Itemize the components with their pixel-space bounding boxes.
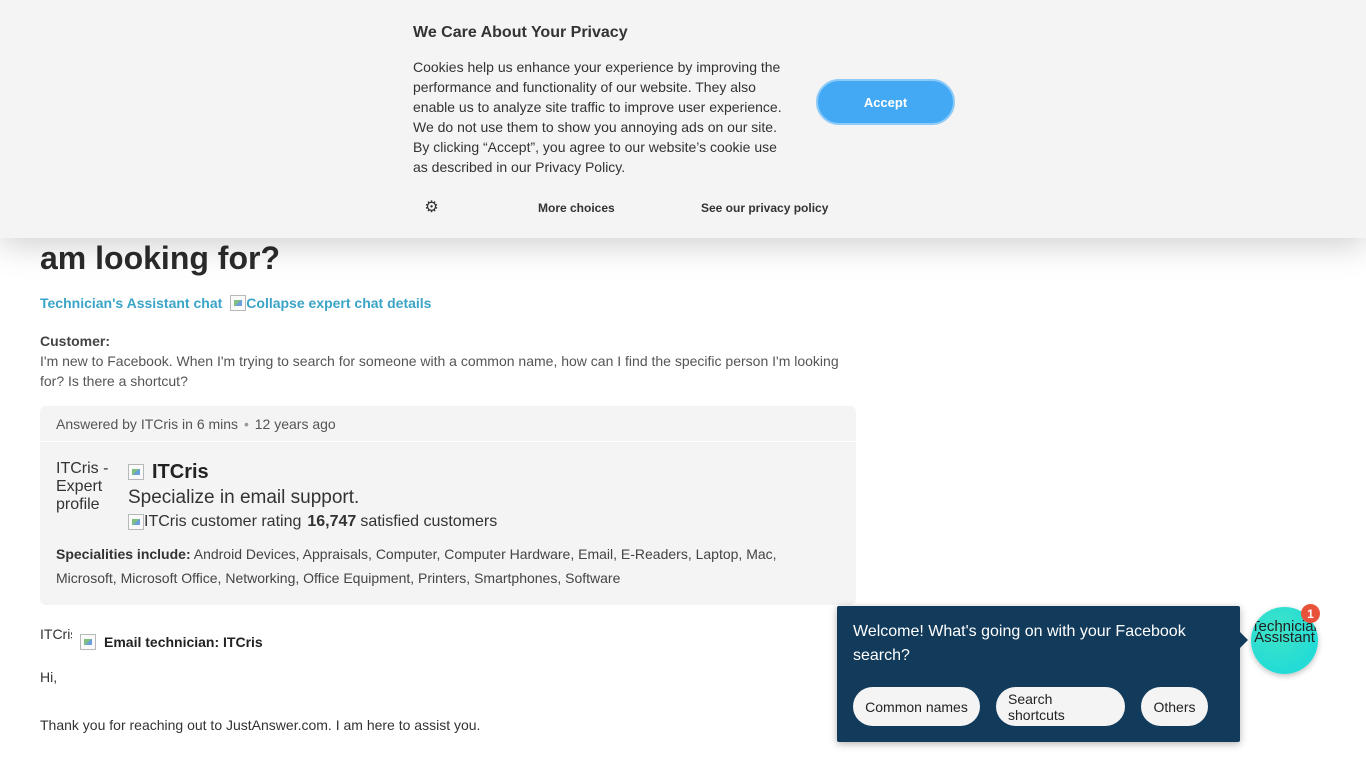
question-heading: am looking for? xyxy=(40,240,280,276)
answer-meta: Answered by ITCris in 6 mins • 12 years … xyxy=(40,406,856,442)
collapse-expert-chat-toggle[interactable]: Collapse expert chat details xyxy=(230,295,431,311)
email-technician-row: ITCris Email technician: ITCris xyxy=(40,626,263,658)
option-common-names[interactable]: Common names xyxy=(853,687,980,726)
meta-separator: • xyxy=(243,416,249,432)
more-choices-button[interactable]: More choices xyxy=(538,201,615,215)
notification-badge: 1 xyxy=(1301,604,1320,623)
expert-rating: ITCris customer rating 16,747 satisfied … xyxy=(128,512,497,532)
customers-count: 16,747 xyxy=(307,513,357,530)
cookie-body: Cookies help us enhance your experience … xyxy=(413,59,782,175)
customers-label: satisfied customers xyxy=(360,513,498,530)
chat-options: Common names Search shortcuts Others xyxy=(853,687,1208,726)
customer-question-text: I'm new to Facebook. When I'm trying to … xyxy=(40,353,839,389)
message-greeting: Hi, xyxy=(40,669,58,685)
collapse-icon xyxy=(230,295,247,311)
accept-button[interactable]: Accept xyxy=(816,79,955,125)
cookie-title: We Care About Your Privacy xyxy=(413,24,628,41)
chat-welcome-message: Welcome! What's going on with your Faceb… xyxy=(853,623,1186,664)
collapse-expert-chat-label: Collapse expert chat details xyxy=(246,295,432,311)
expert-tagline: Specialize in email support. xyxy=(128,487,360,508)
verified-icon xyxy=(128,464,144,480)
email-technician-label[interactable]: Email technician: ITCris xyxy=(104,634,263,650)
answer-card: Answered by ITCris in 6 mins • 12 years … xyxy=(40,406,856,605)
expert-info: ITCris Specialize in email support. ITCr… xyxy=(128,460,497,532)
message-intro: Thank you for reaching out to JustAnswer… xyxy=(40,717,481,733)
answered-by: Answered by ITCris in 6 mins xyxy=(56,416,239,432)
expert-name[interactable]: ITCris xyxy=(152,461,209,484)
specialities-label: Specialities include: xyxy=(56,546,191,562)
chat-links: Technician's Assistant chat Collapse exp… xyxy=(40,295,431,311)
specialities: Specialities include: Android Devices, A… xyxy=(56,542,816,590)
cookie-banner: We Care About Your Privacy Cookies help … xyxy=(0,0,1366,238)
privacy-policy-link[interactable]: See our privacy policy xyxy=(701,201,828,215)
chat-welcome-bubble: Welcome! What's going on with your Faceb… xyxy=(837,606,1248,742)
expert-avatar[interactable]: ITCris - Expert profile xyxy=(56,460,112,514)
technician-avatar: ITCris xyxy=(40,626,72,642)
gear-icon[interactable]: ⚙ xyxy=(423,199,440,216)
option-others[interactable]: Others xyxy=(1141,687,1208,726)
rating-image-alt: ITCris customer rating xyxy=(144,513,302,530)
mail-icon xyxy=(80,634,96,650)
rating-stars-icon xyxy=(128,514,144,530)
customer-question: Customer: I'm new to Facebook. When I'm … xyxy=(40,331,850,391)
technician-assistant-chat-link[interactable]: Technician's Assistant chat xyxy=(40,295,222,311)
customer-label: Customer: xyxy=(40,333,111,349)
expert-name-row: ITCris xyxy=(128,460,497,484)
option-search-shortcuts[interactable]: Search shortcuts xyxy=(996,687,1125,726)
answer-age: 12 years ago xyxy=(254,416,336,432)
